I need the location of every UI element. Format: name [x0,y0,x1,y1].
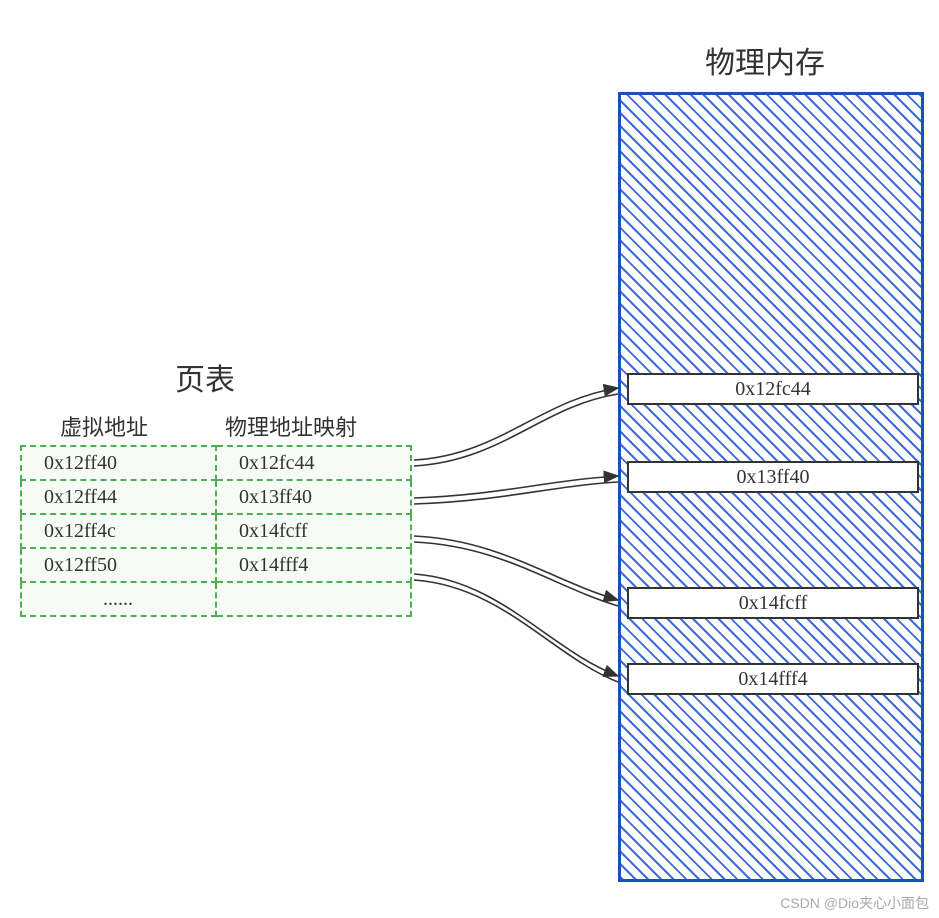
pa-cell: 0x13ff40 [216,480,411,514]
va-cell: 0x12ff44 [21,480,216,514]
va-cell: ...... [21,582,216,616]
arrow [414,574,618,676]
arrow [414,482,618,504]
va-cell: 0x12ff50 [21,548,216,582]
pa-cell: 0x14fcff [216,514,411,548]
pa-cell: 0x12fc44 [216,446,411,480]
physical-memory-title: 物理内存 [705,38,825,82]
virtual-addr-header: 虚拟地址 [60,410,148,442]
physical-memory-box: 0x12fc44 0x13ff40 0x14fcff 0x14fff4 [618,92,924,882]
physical-map-header: 物理地址映射 [225,410,357,442]
arrow [414,542,618,606]
pa-cell: 0x14fff4 [216,548,411,582]
memory-slot: 0x14fcff [627,587,919,619]
page-table-row: ...... [21,582,411,616]
page-table-row: 0x12ff44 0x13ff40 [21,480,411,514]
page-table-title: 页表 [175,355,235,399]
memory-slot: 0x14fff4 [627,663,919,695]
arrow [414,476,618,498]
arrow [414,580,618,682]
watermark: CSDN @Dio夹心小面包 [780,893,929,913]
page-table-row: 0x12ff40 0x12fc44 [21,446,411,480]
va-cell: 0x12ff4c [21,514,216,548]
va-cell: 0x12ff40 [21,446,216,480]
pa-cell [216,582,411,616]
page-table: 0x12ff40 0x12fc44 0x12ff44 0x13ff40 0x12… [20,445,412,617]
arrow [414,394,618,466]
memory-slot: 0x12fc44 [627,373,919,405]
page-table-row: 0x12ff50 0x14fff4 [21,548,411,582]
page-table-row: 0x12ff4c 0x14fcff [21,514,411,548]
memory-slot: 0x13ff40 [627,461,919,493]
arrow [414,388,618,460]
arrow [414,536,618,600]
